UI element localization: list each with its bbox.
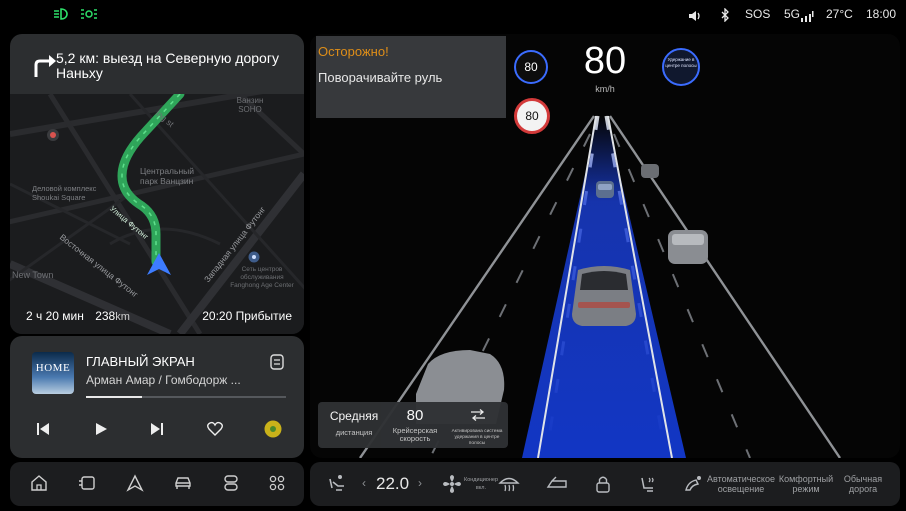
lane-keep-badge[interactable]: Удержание в центре полосы (662, 48, 700, 86)
fan-icon[interactable] (442, 474, 462, 494)
map-label-service-center: Сеть центров обслуживания Fanghong Age C… (230, 266, 294, 289)
vehicle-icon[interactable] (174, 474, 194, 494)
previous-track-icon[interactable] (36, 422, 50, 441)
lane-assist-icon (470, 408, 486, 426)
lane-assist-label: Активирована система удержания в центре … (451, 429, 503, 446)
cruise-control-panel[interactable]: Средняя дистанция 80 Крейсерская скорост… (318, 402, 508, 448)
vehicle-position-arrow-icon (146, 252, 172, 281)
temperature-increase-icon[interactable]: › (418, 476, 422, 490)
trunk-icon[interactable] (546, 474, 567, 494)
play-icon[interactable] (94, 422, 108, 441)
media-card-icon[interactable] (78, 474, 98, 494)
comfort-mode-label[interactable]: Комфортный режим (776, 474, 836, 494)
speed-unit: km/h (595, 84, 615, 94)
auto-light-icon[interactable] (684, 474, 704, 494)
low-beam-icon (52, 6, 68, 27)
track-title: ГЛАВНЫЙ ЭКРАН (86, 354, 195, 369)
status-bar: SOS 5G 27°C 18:00 (0, 0, 906, 30)
lead-vehicle-far (596, 181, 614, 198)
next-track-icon[interactable] (150, 422, 164, 441)
ego-vehicle (572, 266, 636, 326)
trip-duration: 2 ч 20 мин (26, 309, 84, 323)
home-icon[interactable] (30, 474, 50, 494)
eta-row: 2 ч 20 мин 238km (26, 309, 130, 323)
cruise-speed-label: Крейсерская скорость (392, 426, 438, 443)
set-speed-badge[interactable]: 80 (514, 50, 548, 84)
trip-distance-unit: km (115, 311, 130, 323)
poi-pin-icon[interactable] (46, 128, 60, 147)
map-label-new-town: New Town (12, 270, 54, 280)
climate-dock: ‹ 22.0 › Кондиционер вкл. Автоматическое… (310, 462, 900, 506)
bluetooth-icon[interactable] (720, 7, 730, 27)
map-label-soho: Ванзин SOHO (236, 96, 264, 114)
app-grid-icon[interactable] (268, 474, 288, 494)
map-label-complex: Деловой комплекс Shoukai Square (32, 184, 97, 202)
music-source-logo-icon[interactable] (264, 420, 282, 443)
favorite-heart-icon[interactable] (207, 421, 223, 441)
following-distance-sub: дистанция (335, 428, 373, 437)
signal-icon (800, 9, 814, 27)
clock: 18:00 (866, 7, 897, 21)
driver-seat-icon[interactable] (328, 474, 348, 494)
temperature-value: 22.0 (376, 474, 410, 493)
current-speed: 80 (583, 40, 627, 82)
right-lane-vehicle-far (641, 164, 659, 178)
media-player-card[interactable]: HOME ГЛАВНЫЙ ЭКРАН Арман Амар / Гомбодор… (10, 336, 304, 458)
warning-title: Осторожно! (318, 44, 389, 59)
navigation-icon[interactable] (126, 474, 146, 494)
settings-toggle-icon[interactable] (222, 474, 242, 494)
normal-road-label[interactable]: Обычная дорога (836, 474, 890, 494)
map-label-park: Центральный парк Ванцзин (140, 166, 194, 186)
volume-icon[interactable] (688, 9, 702, 27)
navigation-map[interactable]: Ванзин SOHO Центральный парк Ванцзин Дел… (10, 94, 304, 334)
network-label: 5G (784, 7, 801, 21)
turn-right-icon (32, 54, 58, 83)
right-lane-vehicle-near (668, 230, 708, 264)
sos-label[interactable]: SOS (745, 7, 770, 21)
track-artist: Арман Амар / Гомбодорж ... (86, 373, 241, 387)
track-progress-bar[interactable] (86, 396, 286, 398)
track-progress-fill (86, 396, 142, 398)
fan-status-label: Кондиционер вкл. (463, 477, 499, 491)
cruise-speed-value: 80 (406, 407, 424, 424)
navigation-instruction-text: 5,2 км: выезд на Северную дорогу Наньху (56, 50, 279, 81)
defrost-front-icon[interactable] (498, 474, 520, 494)
speed-limit-sign: 80 (514, 98, 550, 134)
album-art[interactable]: HOME (32, 352, 74, 394)
album-art-text: HOME (35, 362, 71, 374)
following-distance-label: Средняя (329, 409, 379, 423)
warning-message: Поворачивайте руль (318, 70, 443, 85)
lock-icon[interactable] (594, 474, 614, 494)
playlist-icon[interactable] (270, 354, 284, 375)
lane-keep-badge-text: Удержание в центре полосы (665, 57, 697, 68)
temperature-decrease-icon[interactable]: ‹ (362, 476, 366, 490)
seat-heating-icon[interactable] (638, 474, 658, 494)
app-dock (10, 462, 304, 506)
outside-temperature: 27°C (826, 7, 853, 21)
warning-panel: Осторожно! Поворачивайте руль (316, 36, 506, 118)
navigation-instruction-card[interactable]: 5,2 км: выезд на Северную дорогу Наньху (10, 34, 304, 94)
arrival-time: 20:20 Прибытие (202, 309, 292, 323)
trip-distance: 238 (95, 309, 116, 323)
driving-assist-view: Осторожно! Поворачивайте руль 80 80 80 k… (310, 34, 900, 458)
auto-light-label[interactable]: Автоматическое освещение (706, 474, 776, 494)
parking-lights-icon (80, 6, 98, 27)
